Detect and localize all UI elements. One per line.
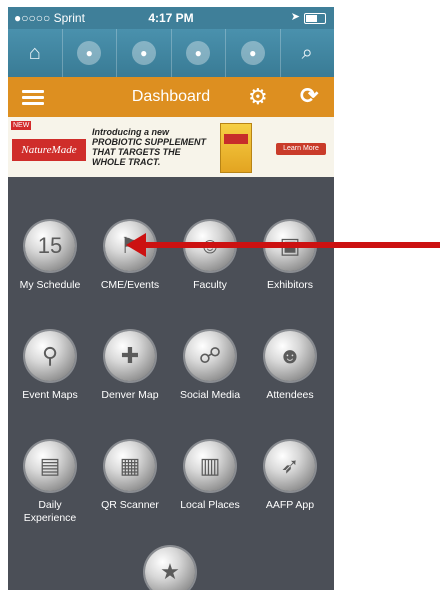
location-icon: ➤ [290, 11, 300, 23]
ad-line-1: Introducing a new [92, 127, 170, 137]
ad-learn-more-button[interactable]: Learn More [276, 143, 326, 155]
calendar-icon: 15 [25, 221, 75, 271]
tile-label: My Schedule [19, 279, 81, 291]
clock-text: 4:17 PM [148, 11, 194, 25]
nav-globe-button[interactable]: ● [226, 29, 281, 77]
tile-label: Event Maps [22, 389, 78, 401]
qr-code-icon: ▦ [105, 441, 155, 491]
tile-exhibitors[interactable]: ▣ Exhibitors [250, 221, 330, 292]
newspaper-icon: ▤ [25, 441, 75, 491]
tile-daily-experience[interactable]: ▤ Daily Experience [10, 441, 90, 525]
people-group-icon: ☻ [265, 331, 315, 381]
dashboard-grid: 15 My Schedule ⚑ CME/Events ☺ Faculty ▣ … [8, 177, 334, 590]
pushpin-icon: ⚲ [25, 331, 75, 381]
battery-icon [304, 13, 326, 24]
status-bar: ●○○○○ Sprint 4:17 PM ➤ [8, 7, 334, 29]
tile-label: Faculty [193, 279, 227, 291]
ad-product-image [220, 123, 252, 173]
tile-label: Local Places [180, 499, 240, 511]
nav-building-button[interactable]: ● [172, 29, 226, 77]
tile-my-schedule[interactable]: 15 My Schedule [10, 221, 90, 292]
ad-line-2: PROBIOTIC SUPPLEMENT [92, 137, 207, 147]
tile-label: Daily Experience [23, 499, 77, 524]
gear-icon[interactable]: ⚙ [248, 84, 268, 110]
globe-circle-icon: ● [240, 41, 265, 65]
tile-label: Attendees [266, 389, 314, 401]
refresh-icon[interactable]: ⟳ [300, 83, 318, 109]
ad-new-badge: NEW [11, 121, 32, 130]
tile-faculty[interactable]: ☺ Faculty [170, 221, 250, 292]
city-buildings-icon: ▥ [185, 441, 235, 491]
tile-label: AAFP App [265, 499, 315, 511]
phone-screen: ●○○○○ Sprint 4:17 PM ➤ ⌂ ● ● ● ● ⌕ Dashb… [8, 7, 334, 590]
nav-map-button[interactable]: ● [63, 29, 117, 77]
bus-circle-icon: ● [131, 41, 156, 65]
building-circle-icon: ● [186, 41, 211, 65]
top-nav-bar: ⌂ ● ● ● ● ⌕ [8, 29, 334, 77]
star-icon: ★ [145, 547, 195, 590]
tile-social-media[interactable]: ☍ Social Media [170, 331, 250, 402]
ad-banner[interactable]: NEW NatureMade Introducing a new PROBIOT… [8, 117, 334, 177]
nav-bus-button[interactable]: ● [117, 29, 172, 77]
ad-line-3: THAT TARGETS THE [92, 147, 181, 157]
ad-line-4: WHOLE TRACT. [92, 157, 161, 167]
tile-attendees[interactable]: ☻ Attendees [250, 331, 330, 402]
signpost-icon: ✚ [105, 331, 155, 381]
tile-label: CME/Events [100, 279, 160, 291]
tile-qr-scanner[interactable]: ▦ QR Scanner [90, 441, 170, 512]
aafp-logo-icon: ➶ [265, 441, 315, 491]
tile-local-places[interactable]: ▥ Local Places [170, 441, 250, 512]
nav-search-button[interactable]: ⌕ [281, 29, 335, 77]
tile-event-maps[interactable]: ⚲ Event Maps [10, 331, 90, 402]
tile-label: QR Scanner [101, 499, 159, 511]
tile-denver-map[interactable]: ✚ Denver Map [90, 331, 170, 402]
tile-favorites[interactable]: ★ [130, 547, 210, 590]
ad-copy: Introducing a new PROBIOTIC SUPPLEMENT T… [92, 127, 222, 167]
ad-brand-logo: NatureMade [12, 139, 86, 161]
nav-home-button[interactable]: ⌂ [8, 29, 63, 77]
tile-label: Denver Map [101, 389, 159, 401]
annotation-arrow-shaft [140, 242, 440, 248]
title-bar: Dashboard ⚙ ⟳ [8, 77, 334, 117]
tile-label: Social Media [179, 389, 241, 401]
tile-aafp-app[interactable]: ➶ AAFP App [250, 441, 330, 512]
page-title: Dashboard [131, 88, 211, 105]
search-icon: ⌕ [301, 41, 313, 64]
broadcast-icon: ☍ [185, 331, 235, 381]
map-circle-icon: ● [77, 41, 102, 65]
tile-label: Exhibitors [266, 279, 314, 291]
home-icon: ⌂ [28, 41, 41, 64]
annotation-arrow-head [126, 233, 146, 257]
